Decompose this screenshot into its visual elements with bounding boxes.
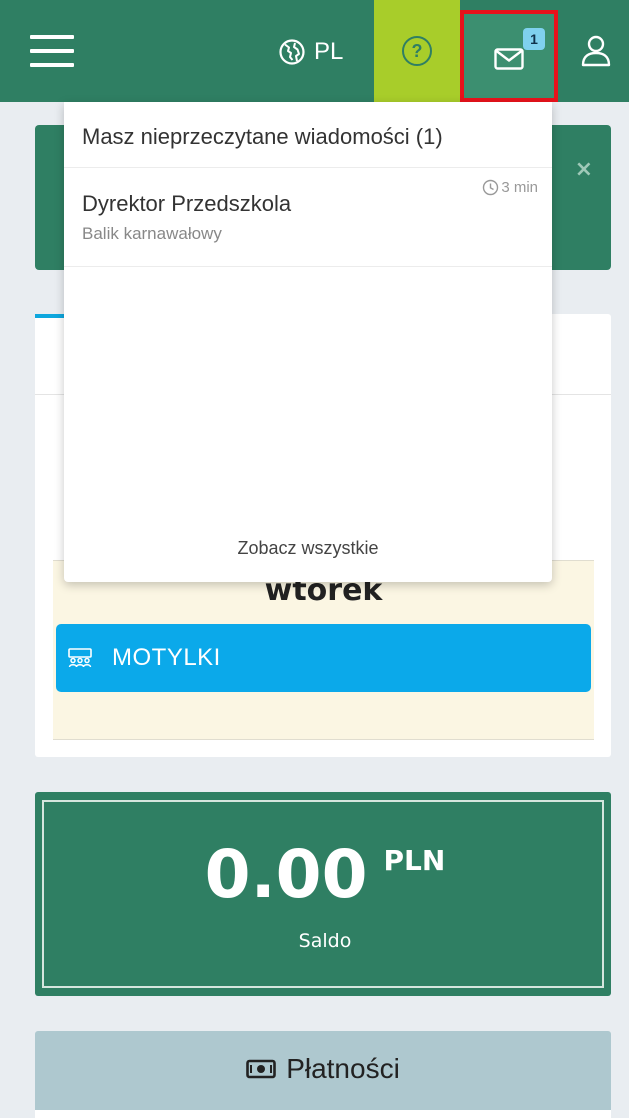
envelope-icon	[494, 48, 524, 70]
group-button-motylki[interactable]: MOTYLKI	[56, 624, 591, 692]
language-selector[interactable]: PL	[278, 36, 343, 68]
balance-frame: 0.00 PLN Saldo	[42, 800, 604, 988]
dropdown-title: Masz nieprzeczytane wiadomości (1)	[64, 102, 552, 168]
balance-card: 0.00 PLN Saldo	[35, 792, 611, 996]
balance-value: 0.00	[204, 836, 368, 913]
hamburger-menu-button[interactable]	[30, 35, 74, 67]
payments-label: Płatności	[286, 1053, 400, 1084]
message-sender: Dyrektor Przedszkola	[82, 191, 292, 216]
messages-button[interactable]: 1	[460, 10, 558, 102]
top-bar: PL ? 1	[0, 0, 629, 102]
balance-currency: PLN	[383, 844, 446, 877]
message-item[interactable]: 3 min Dyrektor Przedszkola Balik karnawa…	[64, 169, 552, 267]
message-subject: Balik karnawałowy	[82, 224, 222, 243]
question-circle-icon: ?	[402, 36, 432, 66]
group-label: MOTYLKI	[112, 644, 221, 671]
balance-amount: 0.00 PLN	[44, 842, 606, 908]
help-button[interactable]: ?	[374, 0, 460, 102]
balance-label: Saldo	[298, 930, 352, 952]
active-tab-indicator	[35, 314, 65, 318]
message-time: 3 min	[482, 179, 538, 196]
group-icon	[68, 648, 94, 668]
payments-card-header[interactable]: Płatności	[35, 1031, 611, 1118]
payments-title: Płatności	[35, 1053, 611, 1085]
hamburger-line	[30, 49, 74, 53]
hamburger-line	[30, 63, 74, 67]
close-icon[interactable]: ×	[575, 157, 593, 182]
payments-card-body	[35, 1110, 611, 1118]
hamburger-line	[30, 35, 74, 39]
user-icon	[581, 35, 611, 67]
money-icon	[246, 1059, 276, 1079]
messages-dropdown: Masz nieprzeczytane wiadomości (1) 3 min…	[64, 102, 552, 582]
account-button[interactable]	[580, 34, 612, 72]
language-label: PL	[314, 38, 344, 65]
clock-icon	[483, 179, 499, 196]
message-time-text: 3 min	[501, 179, 538, 196]
see-all-link[interactable]: Zobacz wszystkie	[64, 538, 552, 559]
unread-count-badge: 1	[523, 28, 545, 50]
globe-icon	[279, 39, 305, 65]
